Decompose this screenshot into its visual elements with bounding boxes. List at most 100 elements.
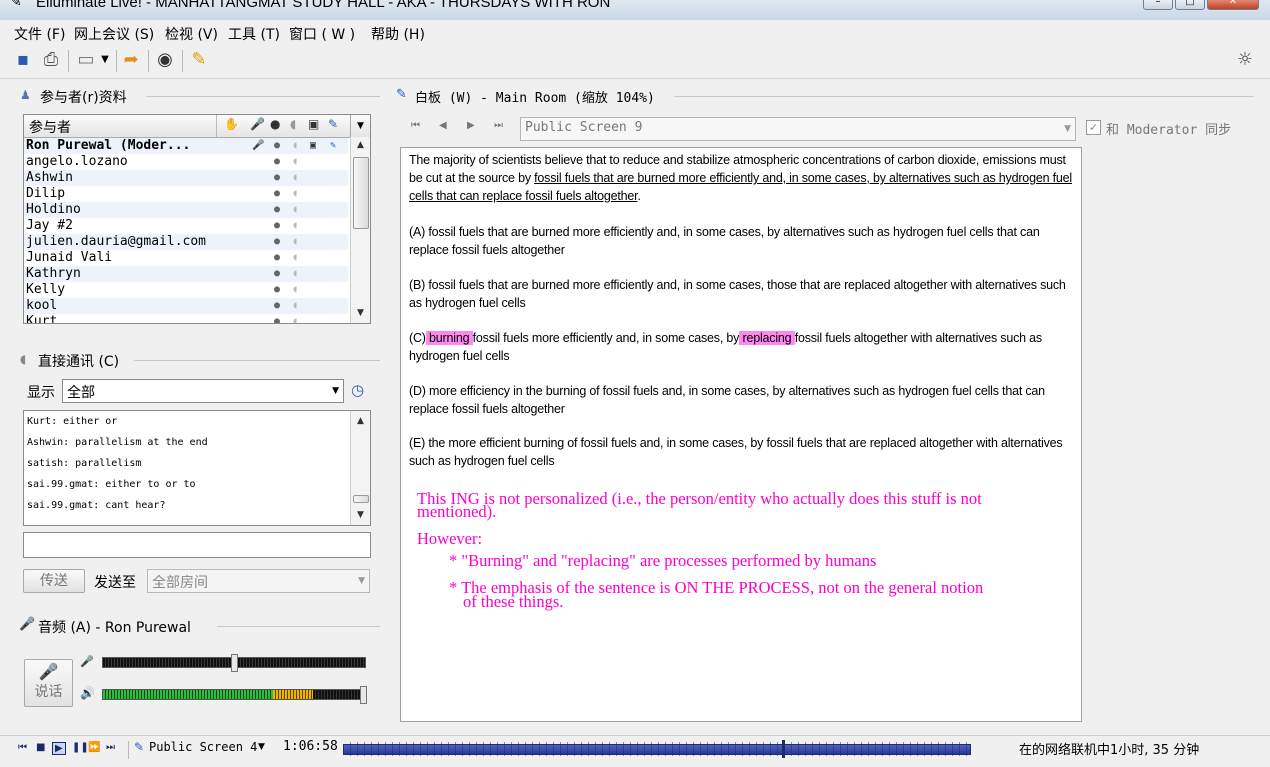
chat-scrollbar[interactable]: ▲ ▼ xyxy=(350,411,370,525)
participant-row[interactable]: angelo.lozano ● ◖ xyxy=(24,154,348,170)
question-stem: The majority of scientists believe that … xyxy=(409,151,1074,205)
participant-status-icon: ● xyxy=(274,300,281,311)
chat-filter-select[interactable]: 全部 ▼ xyxy=(62,379,344,403)
send-button[interactable]: 传送 xyxy=(23,569,85,593)
person-icon[interactable]: ● xyxy=(270,117,280,131)
save-icon[interactable]: ▪ xyxy=(12,49,34,71)
last-screen-icon[interactable]: ⏭ xyxy=(494,120,503,131)
chat-bubble-icon: ◖ xyxy=(292,140,299,151)
whiteboard-canvas[interactable]: The majority of scientists believe that … xyxy=(400,147,1082,722)
send-to-select[interactable]: 全部房间 ▼ xyxy=(147,569,370,593)
timeline-thumb[interactable] xyxy=(782,740,786,758)
first-screen-icon[interactable]: ⏮ xyxy=(411,120,420,131)
participant-row[interactable]: Jay #2 ● ◖ xyxy=(24,218,348,234)
question-stem-end: . xyxy=(637,189,641,203)
menu-file[interactable]: 文件 (F) xyxy=(14,24,65,44)
chevron-down-icon: ▼ xyxy=(332,386,339,396)
chat-bubble-icon: ◖ xyxy=(292,252,299,263)
speaker-volume-thumb[interactable] xyxy=(360,686,367,704)
choice-b: (B) fossil fuels that are burned more ef… xyxy=(409,278,1066,310)
scroll-down-icon[interactable]: ▼ xyxy=(351,305,370,321)
talk-button[interactable]: 🎤 说话 xyxy=(24,659,73,707)
fast-forward-icon[interactable]: ⏩ xyxy=(88,742,100,753)
folder-share-icon[interactable]: ➦ xyxy=(120,49,142,71)
pencil-icon: ✎ xyxy=(330,140,337,151)
participant-status-icon: ● xyxy=(274,252,281,263)
participant-row[interactable]: Kelly ● ◖ xyxy=(24,282,348,298)
participant-row[interactable]: Junaid Vali ● ◖ xyxy=(24,250,348,266)
toolbar-separator xyxy=(68,50,69,72)
participants-menu-dropdown[interactable]: ▼ xyxy=(350,115,370,137)
microphone-icon[interactable]: 🎤 xyxy=(250,117,265,131)
participants-list: 参与者 ✋ 🎤 ● ◖ ▣ ✎ ▼ Ron Purewal (Moder... ●… xyxy=(23,114,371,324)
clock-icon[interactable]: ◷ xyxy=(351,381,364,399)
maximize-button[interactable]: □ xyxy=(1175,0,1205,10)
playback-screen-label[interactable]: Public Screen 4 xyxy=(149,740,257,754)
toolbar-separator xyxy=(116,50,117,72)
participants-scrollbar[interactable]: ▲ ▼ xyxy=(350,137,370,323)
menu-window[interactable]: 窗口 ( W ) xyxy=(289,24,355,44)
scroll-thumb[interactable] xyxy=(353,157,369,229)
chevron-down-icon[interactable]: ▼ xyxy=(98,49,112,71)
participant-row[interactable]: kool ● ◖ xyxy=(24,298,348,314)
skip-end-icon[interactable]: ⏭ xyxy=(106,742,115,753)
speaker-volume-slider[interactable] xyxy=(102,686,367,704)
microphone-level-icon: 🎤 xyxy=(80,655,94,668)
mic-volume-slider[interactable] xyxy=(102,654,366,672)
chat-bubble-icon[interactable]: ◖ xyxy=(290,117,296,131)
play-icon[interactable]: ▶ xyxy=(52,742,66,755)
participant-row[interactable]: Dilip ● ◖ xyxy=(24,186,348,202)
choice-c: (C) burning fossil fuels more efficientl… xyxy=(409,329,1074,365)
choice-e: (E) the more efficient burning of fossil… xyxy=(409,436,1063,468)
column-divider xyxy=(216,115,217,137)
menu-tools[interactable]: 工具 (T) xyxy=(228,24,280,44)
participant-row[interactable]: Ron Purewal (Moder... ● ◖ 🎤 ▣ ✎ xyxy=(24,138,348,154)
close-button[interactable]: ✕ xyxy=(1207,0,1259,10)
menu-view[interactable]: 检视 (V) xyxy=(165,24,218,44)
participant-name: Ashwin xyxy=(26,170,73,185)
print-icon[interactable]: ⎙ xyxy=(40,49,62,71)
minimize-button[interactable]: – xyxy=(1143,0,1173,10)
notes-icon[interactable]: ✎ xyxy=(188,49,210,71)
send-to-label: 发送至 xyxy=(94,575,136,591)
participant-row[interactable]: Holdino ● ◖ xyxy=(24,202,348,218)
participant-row[interactable]: Kathryn ● ◖ xyxy=(24,266,348,282)
participant-status-icon: ● xyxy=(274,156,281,167)
playback-timeline[interactable] xyxy=(343,740,971,758)
lightbulb-icon[interactable]: ☼ xyxy=(1234,49,1256,71)
scroll-down-icon[interactable]: ▼ xyxy=(351,507,370,523)
previous-screen-icon[interactable]: ◀ xyxy=(439,120,447,131)
screen-icon[interactable]: ▣ xyxy=(308,117,319,131)
stop-icon[interactable]: ■ xyxy=(36,742,45,753)
scroll-up-icon[interactable]: ▲ xyxy=(351,137,370,153)
raise-hand-icon[interactable]: ✋ xyxy=(224,117,239,131)
participants-rows: Ron Purewal (Moder... ● ◖ 🎤 ▣ ✎ angelo.lozano ●… xyxy=(24,138,348,323)
pause-icon[interactable]: ❚❚ xyxy=(72,742,89,753)
send-to-value: 全部房间 xyxy=(152,575,208,591)
chat-input[interactable] xyxy=(23,532,371,558)
chevron-down-icon: ▼ xyxy=(358,576,365,586)
choice-d: (D) more efficiency in the burning of fo… xyxy=(409,384,1045,416)
whiteboard-title: 白板 (W) - Main Room (缩放 104%) xyxy=(415,91,655,106)
layout-icon[interactable]: ▭ xyxy=(74,49,98,71)
mic-volume-thumb[interactable] xyxy=(231,654,238,672)
menu-help[interactable]: 帮助 (H) xyxy=(371,24,425,44)
next-screen-icon[interactable]: ▶ xyxy=(467,120,475,131)
webcam-icon[interactable]: ◉ xyxy=(154,49,176,71)
participant-row[interactable]: julien.dauria@gmail.com ● ◖ xyxy=(24,234,348,250)
screen-select[interactable]: Public Screen 9 ▼ xyxy=(520,117,1076,141)
chat-bubble-icon: ◖ xyxy=(292,172,299,183)
participant-name: angelo.lozano xyxy=(26,154,128,169)
participants-column-header[interactable]: 参与者 xyxy=(29,117,71,137)
skip-start-icon[interactable]: ⏮ xyxy=(18,742,27,753)
timeline-ticks xyxy=(344,742,970,756)
participant-row[interactable]: Kurt ● ◖ xyxy=(24,314,348,323)
scroll-thumb[interactable] xyxy=(353,495,369,503)
sync-checkbox[interactable]: ✓ xyxy=(1086,120,1101,135)
chevron-down-icon[interactable]: ▼ xyxy=(258,742,265,752)
chat-bubble-icon: ◖ xyxy=(292,188,299,199)
pencil-icon[interactable]: ✎ xyxy=(328,117,338,131)
menu-session[interactable]: 网上会议 (S) xyxy=(74,24,154,44)
scroll-up-icon[interactable]: ▲ xyxy=(351,413,370,429)
participant-row[interactable]: Ashwin ● ◖ xyxy=(24,170,348,186)
